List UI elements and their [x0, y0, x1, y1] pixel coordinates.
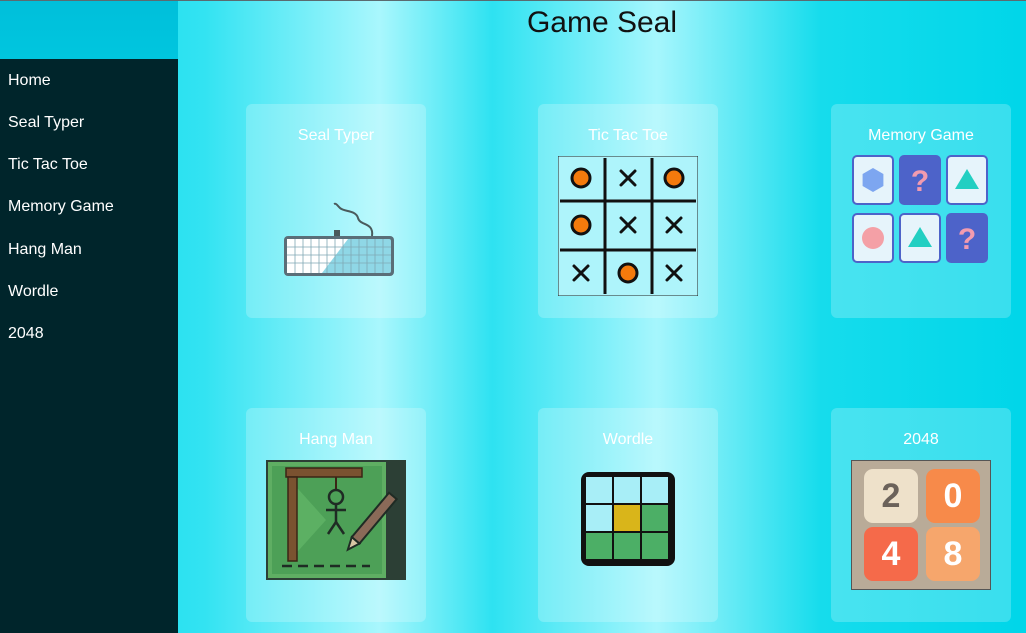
memory-card: ? [946, 213, 988, 263]
sidebar: Home Seal Typer Tic Tac Toe Memory Game … [0, 59, 178, 633]
card-title: Memory Game [868, 127, 974, 144]
memory-card [946, 155, 988, 205]
memory-card [852, 155, 894, 205]
tiles-2048-icon: 2 0 4 8 [851, 460, 991, 590]
game-card-tic-tac-toe[interactable]: Tic Tac Toe [538, 104, 718, 318]
wordle-cell [642, 477, 668, 503]
wordle-cell [586, 477, 612, 503]
sidebar-item-2048[interactable]: 2048 [8, 325, 44, 343]
memory-card [899, 213, 941, 263]
game-card-seal-typer[interactable]: Seal Typer [246, 104, 426, 318]
svg-text:?: ? [958, 223, 976, 256]
tile: 2 [864, 469, 918, 523]
memory-cards-icon: ?? [852, 155, 988, 263]
wordle-cell [586, 505, 612, 531]
tile: 4 [864, 527, 918, 581]
o-mark [617, 262, 639, 284]
card-title: Hang Man [299, 431, 373, 448]
wordle-cell [642, 505, 668, 531]
wordle-cell [614, 477, 640, 503]
sidebar-item-home[interactable]: Home [8, 72, 51, 90]
sidebar-item-tic-tac-toe[interactable]: Tic Tac Toe [8, 156, 88, 174]
sidebar-item-seal-typer[interactable]: Seal Typer [8, 114, 84, 132]
o-mark [570, 214, 592, 236]
memory-card: ? [899, 155, 941, 205]
card-title: Tic Tac Toe [588, 127, 668, 144]
o-mark [570, 167, 592, 189]
sidebar-item-memory-game[interactable]: Memory Game [8, 198, 114, 216]
wordle-grid-icon [581, 472, 675, 566]
tile: 0 [926, 469, 980, 523]
wordle-cell [614, 505, 640, 531]
header-strip [0, 1, 178, 59]
page-title: Game Seal [526, 6, 678, 39]
wordle-cell [614, 533, 640, 559]
tic-tac-toe-icon [558, 156, 698, 296]
o-mark [663, 167, 685, 189]
svg-text:?: ? [911, 165, 929, 198]
memory-card [852, 213, 894, 263]
wordle-cell [586, 533, 612, 559]
sidebar-item-wordle[interactable]: Wordle [8, 283, 58, 301]
card-title: 2048 [903, 431, 939, 448]
sidebar-item-hang-man[interactable]: Hang Man [8, 241, 82, 259]
wordle-cell [642, 533, 668, 559]
game-card-memory-game[interactable]: Memory Game ?? [831, 104, 1011, 318]
tile: 8 [926, 527, 980, 581]
card-title: Seal Typer [297, 127, 375, 144]
keyboard-icon [284, 202, 394, 276]
game-card-2048[interactable]: 2048 2 0 4 8 [831, 408, 1011, 622]
game-card-wordle[interactable]: Wordle [538, 408, 718, 622]
game-card-hang-man[interactable]: Hang Man [246, 408, 426, 622]
hangman-icon [266, 460, 406, 580]
card-title: Wordle [602, 431, 654, 448]
